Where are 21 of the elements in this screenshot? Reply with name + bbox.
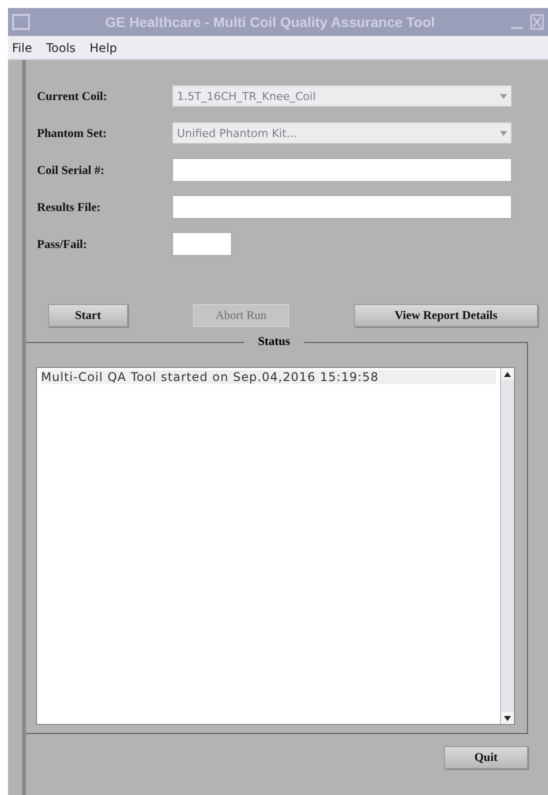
- scroll-up-icon[interactable]: [501, 368, 514, 380]
- field-label: Results File:: [37, 200, 102, 214]
- button[interactable]: Start: [48, 304, 128, 327]
- menu-item[interactable]: File: [12, 40, 32, 54]
- input-field[interactable]: [172, 195, 512, 219]
- quit-button[interactable]: Quit: [444, 746, 528, 769]
- menu-item[interactable]: Tools: [46, 40, 76, 54]
- field-label: Phantom Set:: [37, 126, 108, 140]
- input-field[interactable]: [172, 232, 232, 256]
- window-menu-icon[interactable]: [12, 14, 30, 30]
- scroll-down-icon[interactable]: [501, 712, 514, 724]
- input-field[interactable]: [172, 158, 512, 182]
- field-label: Pass/Fail:: [37, 236, 88, 252]
- scrollbar[interactable]: [500, 368, 514, 724]
- close-icon[interactable]: [530, 14, 544, 30]
- menu-item[interactable]: Help: [90, 40, 118, 54]
- field-label: Current Coil:: [37, 88, 108, 104]
- dropdown-arrow-icon: [500, 94, 507, 98]
- button[interactable]: View Report Details: [354, 304, 538, 327]
- field-label: Coil Serial #:: [37, 162, 106, 178]
- dropdown-arrow-icon: [500, 130, 507, 136]
